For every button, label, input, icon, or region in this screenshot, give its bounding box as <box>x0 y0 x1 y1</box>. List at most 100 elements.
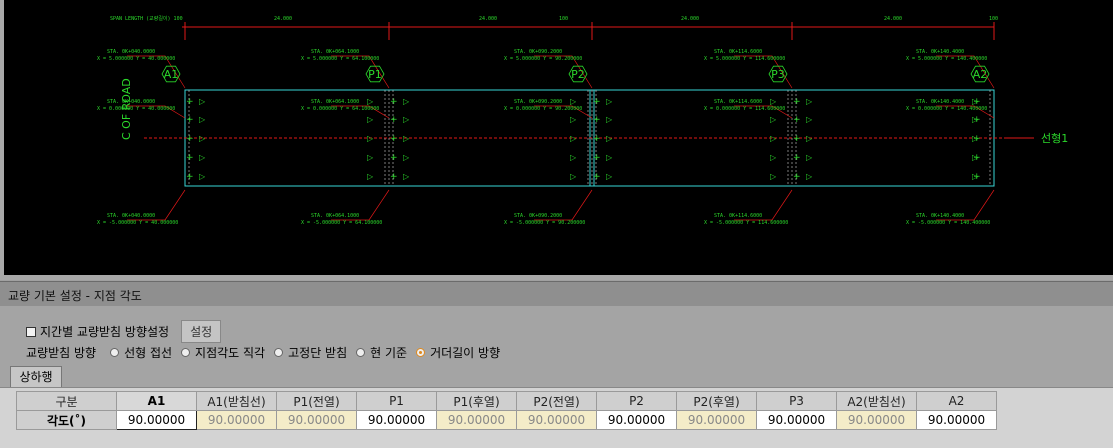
column-header[interactable]: P1(전열) <box>276 391 357 411</box>
coordinate-label: X = 5.000000 Y = 114.600000 <box>704 56 785 62</box>
cad-viewport[interactable]: SPAN LENGTH (교량길이) 100 24.000 24.000 100 24.… <box>0 0 1113 280</box>
bearing-direction-row: 교량받침 방향 선형 접선 지점각도 직각 고정단 받침 현 기준 거더길이 방향 <box>26 344 509 361</box>
column-header[interactable]: P2(후열) <box>676 391 757 411</box>
bearing-triangle-icon: ▷ <box>972 153 979 162</box>
column-header[interactable]: A2 <box>916 391 997 411</box>
angle-cell: 90.00000 <box>676 410 757 430</box>
angle-grid-area: 구분 A1 A1(받침선) P1(전열) P1 P1(후열) P2(전열) P2 P2(후열) P… <box>0 387 1113 448</box>
column-header[interactable]: A1(받침선) <box>196 391 277 411</box>
bearing-triangle-icon: ▷ <box>367 97 374 106</box>
radio-option[interactable]: 선형 접선 <box>110 344 172 361</box>
bearing-cross-icon: + <box>593 172 601 182</box>
bearing-triangle-icon: ▷ <box>367 115 374 124</box>
dimension-value: 100 <box>559 16 568 22</box>
bearing-cross-icon: + <box>390 172 398 182</box>
bearing-triangle-icon: ▷ <box>806 97 813 106</box>
tab-up-down-lanes[interactable]: 상하행 <box>10 366 62 388</box>
column-header[interactable]: A2(받침선) <box>836 391 917 411</box>
bearing-triangle-icon: ▷ <box>403 153 410 162</box>
radio-label[interactable]: 지점각도 직각 <box>195 344 265 361</box>
radio-label[interactable]: 현 기준 <box>370 344 407 361</box>
bearing-triangle-icon: ▷ <box>570 134 577 143</box>
bearing-cross-icon: + <box>593 115 601 125</box>
panel-title: 교량 기본 설정 - 지점 각도 <box>8 289 142 303</box>
radio-button-icon[interactable] <box>274 348 284 357</box>
cad-drawing[interactable]: SPAN LENGTH (교량길이) 100 24.000 24.000 100 24.… <box>4 0 1113 275</box>
station-label: STA. 0K+114.6000 <box>714 49 762 55</box>
bearing-triangle-icon: ▷ <box>367 134 374 143</box>
bearing-triangle-icon: ▷ <box>199 115 206 124</box>
column-header[interactable]: A1 <box>116 391 197 411</box>
bearing-triangle-icon: ▷ <box>570 97 577 106</box>
column-header[interactable]: P1 <box>356 391 437 411</box>
station-label: STA. 0K+064.1000 <box>311 49 359 55</box>
coordinate-label: X = 0.000000 Y = 140.400000 <box>906 106 987 112</box>
bearing-triangle-icon: ▷ <box>606 97 613 106</box>
dimension-value: 24.000 <box>884 16 902 22</box>
alignment-label: 선형1 <box>1041 132 1068 145</box>
radio-option[interactable]: 거더길이 방향 <box>416 344 500 361</box>
bearing-triangle-icon: ▷ <box>367 172 374 181</box>
radio-button-icon[interactable] <box>110 348 120 357</box>
bearing-cross-icon: + <box>186 134 194 144</box>
coordinate-label: X = -5.000000 Y = 114.600000 <box>704 220 788 226</box>
support-angle-table: 구분 A1 A1(받침선) P1(전열) P1 P1(후열) P2(전열) P2 P2(후열) P… <box>16 391 997 430</box>
angle-cell[interactable]: 90.00000 <box>116 410 197 430</box>
bearing-cross-icon: + <box>793 134 801 144</box>
bearing-triangle-icon: ▷ <box>199 172 206 181</box>
bearing-cross-icon: + <box>793 115 801 125</box>
radio-label[interactable]: 거더길이 방향 <box>430 344 500 361</box>
radio-button-icon[interactable] <box>356 348 366 357</box>
station-label: STA. 0K+114.6000 <box>714 99 762 105</box>
radio-button-icon[interactable] <box>181 348 191 357</box>
angle-cell[interactable]: 90.00000 <box>596 410 677 430</box>
span-length-label: SPAN LENGTH (교량길이) 100 <box>110 15 183 22</box>
radio-label[interactable]: 고정단 받침 <box>288 344 347 361</box>
bearing-triangle-icon: ▷ <box>770 134 777 143</box>
bearing-triangle-icon: ▷ <box>770 153 777 162</box>
bearing-cross-icon: + <box>793 97 801 107</box>
bearing-cross-icon: + <box>593 134 601 144</box>
coordinate-label: X = 0.000000 Y = 64.100000 <box>301 106 379 112</box>
column-header[interactable]: P1(후열) <box>436 391 517 411</box>
bearing-triangle-icon: ▷ <box>770 97 777 106</box>
radio-label[interactable]: 선형 접선 <box>124 344 172 361</box>
coordinate-label: X = -5.000000 Y = 40.000000 <box>97 220 178 226</box>
bearing-triangle-icon: ▷ <box>570 115 577 124</box>
bearing-direction-checkbox-label[interactable]: 지간별 교량받침 방향설정 <box>40 323 169 340</box>
radio-button-icon[interactable] <box>416 348 426 357</box>
bearing-triangle-icon: ▷ <box>606 115 613 124</box>
bearing-triangle-icon: ▷ <box>770 115 777 124</box>
station-label: STA. 0K+140.4000 <box>916 213 964 219</box>
coordinate-label: X = -5.000000 Y = 64.100000 <box>301 220 382 226</box>
bearing-triangle-icon: ▷ <box>403 172 410 181</box>
bearing-triangle-icon: ▷ <box>806 115 813 124</box>
bearing-triangle-icon: ▷ <box>806 172 813 181</box>
bearing-triangle-icon: ▷ <box>403 115 410 124</box>
bearing-triangle-icon: ▷ <box>199 153 206 162</box>
column-header[interactable]: P3 <box>756 391 837 411</box>
dimension-value: 24.000 <box>274 16 292 22</box>
bearing-cross-icon: + <box>593 153 601 163</box>
bearing-cross-icon: + <box>793 153 801 163</box>
bearing-cross-icon: + <box>186 172 194 182</box>
bearing-direction-checkbox[interactable] <box>26 326 36 337</box>
radio-option[interactable]: 현 기준 <box>356 344 407 361</box>
radio-option[interactable]: 지점각도 직각 <box>181 344 265 361</box>
row-header: 각도(˚) <box>16 410 117 430</box>
bearing-triangle-icon: ▷ <box>570 153 577 162</box>
bearing-triangle-icon: ▷ <box>199 97 206 106</box>
set-button[interactable]: 설정 <box>181 320 222 343</box>
angle-cell[interactable]: 90.00000 <box>916 410 997 430</box>
radio-option[interactable]: 고정단 받침 <box>274 344 347 361</box>
table-header-row: 구분 A1 A1(받침선) P1(전열) P1 P1(후열) P2(전열) P2 P2(후열) P… <box>16 391 997 411</box>
pier-label: P2 <box>571 68 585 81</box>
station-label: STA. 0K+040.0000 <box>107 49 155 55</box>
column-header[interactable]: P2(전열) <box>516 391 597 411</box>
angle-cell[interactable]: 90.00000 <box>356 410 437 430</box>
station-label: STA. 0K+140.4000 <box>916 99 964 105</box>
angle-cell[interactable]: 90.00000 <box>756 410 837 430</box>
station-label: STA. 0K+064.1000 <box>311 213 359 219</box>
column-header[interactable]: P2 <box>596 391 677 411</box>
bearing-cross-icon: + <box>186 115 194 125</box>
